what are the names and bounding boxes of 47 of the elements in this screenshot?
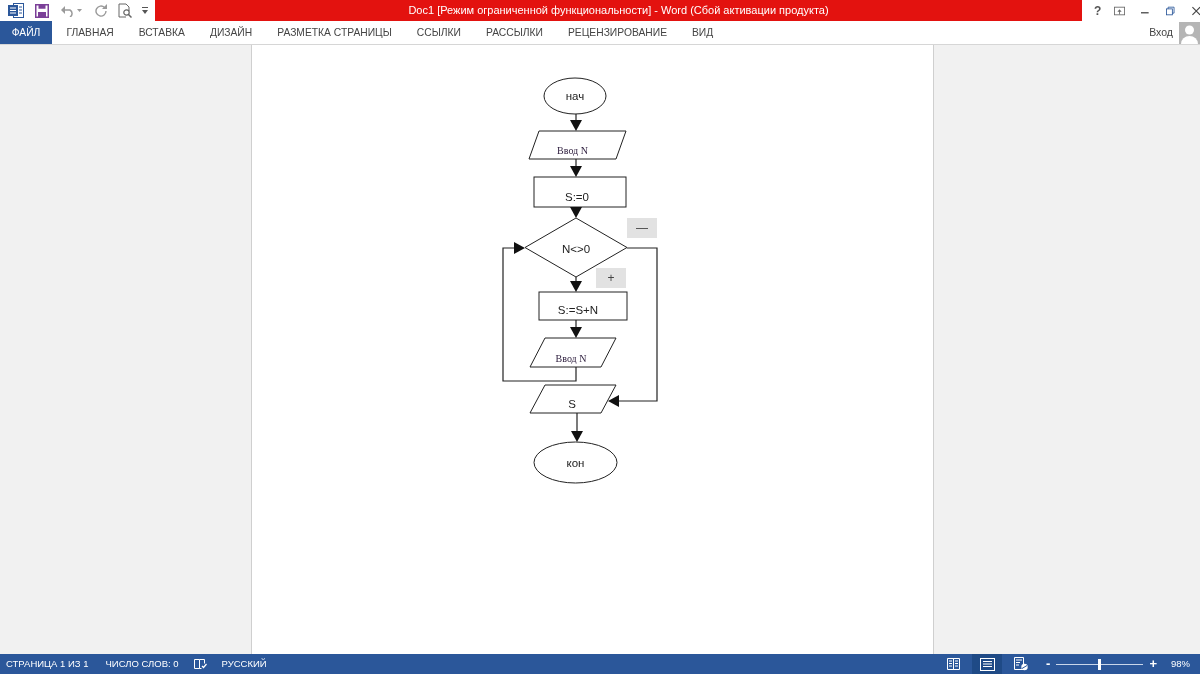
book-icon: [946, 657, 960, 671]
ribbon-tab[interactable]: РАЗМЕТКА СТРАНИЦЫ: [264, 21, 405, 44]
page-count[interactable]: СТРАНИЦА 1 ИЗ 1: [6, 654, 89, 674]
terminal-node: кон: [533, 441, 618, 484]
process-node: S:=0: [533, 176, 627, 208]
undo-icon[interactable]: [61, 4, 75, 17]
word-count[interactable]: ЧИСЛО СЛОВ: 0: [105, 654, 179, 674]
flow-arrow: [570, 206, 582, 218]
minimize-icon[interactable]: [1141, 11, 1149, 14]
process-node: S:=S+N: [538, 291, 628, 321]
save-icon[interactable]: [35, 3, 49, 18]
ribbon-tab[interactable]: ВИД: [679, 21, 726, 44]
caret-icon[interactable]: [77, 9, 82, 12]
ribbon-tab[interactable]: ГЛАВНАЯ: [54, 21, 127, 44]
redo-icon[interactable]: [95, 4, 107, 17]
ribbon-display-icon[interactable]: [1114, 5, 1126, 16]
flow-arrow: [570, 113, 582, 131]
zoom-slider-thumb[interactable]: [1098, 658, 1101, 670]
ribbon-tab[interactable]: ДИЗАЙН: [197, 21, 265, 44]
branch-label: —: [627, 218, 657, 238]
customize-menu-icon[interactable]: [142, 7, 148, 14]
book-check-icon[interactable]: [193, 658, 207, 670]
file-tab[interactable]: ФАЙЛ: [0, 21, 52, 44]
output-node: S: [529, 384, 617, 414]
web-layout-icon: [1014, 657, 1029, 671]
sign-in-link[interactable]: Вход: [1149, 21, 1179, 44]
flow-arrow: [570, 158, 582, 177]
page-layout-icon: [979, 657, 995, 671]
help-button[interactable]: ?: [1094, 4, 1102, 17]
page-magnifier-icon[interactable]: [118, 3, 132, 18]
ribbon-tab[interactable]: ВСТАВКА: [126, 21, 198, 44]
document-app-icon[interactable]: [8, 3, 24, 18]
print-view-button[interactable]: [972, 654, 1003, 674]
language-label[interactable]: РУССКИЙ: [221, 654, 267, 674]
window-title: Doc1 [Режим ограниченной функциональности] - Word (Сбой активации продукта): [408, 3, 829, 19]
ribbon-tab[interactable]: РЕЦЕНЗИРОВАНИЕ: [555, 21, 680, 44]
input-node: Ввод N: [528, 130, 627, 160]
close-icon[interactable]: [1191, 5, 1200, 16]
zoom-level[interactable]: 98%: [1171, 654, 1190, 674]
restore-icon[interactable]: [1166, 5, 1175, 16]
zoom-out-button[interactable]: -: [1046, 654, 1051, 674]
flow-arrow: [571, 412, 583, 442]
ribbon-tab[interactable]: ССЫЛКИ: [404, 21, 474, 44]
input-node: Ввод N: [529, 337, 617, 368]
zoom-in-button[interactable]: +: [1149, 654, 1157, 674]
ribbon-tab[interactable]: РАССЫЛКИ: [473, 21, 556, 44]
terminal-node: нач: [543, 77, 607, 115]
